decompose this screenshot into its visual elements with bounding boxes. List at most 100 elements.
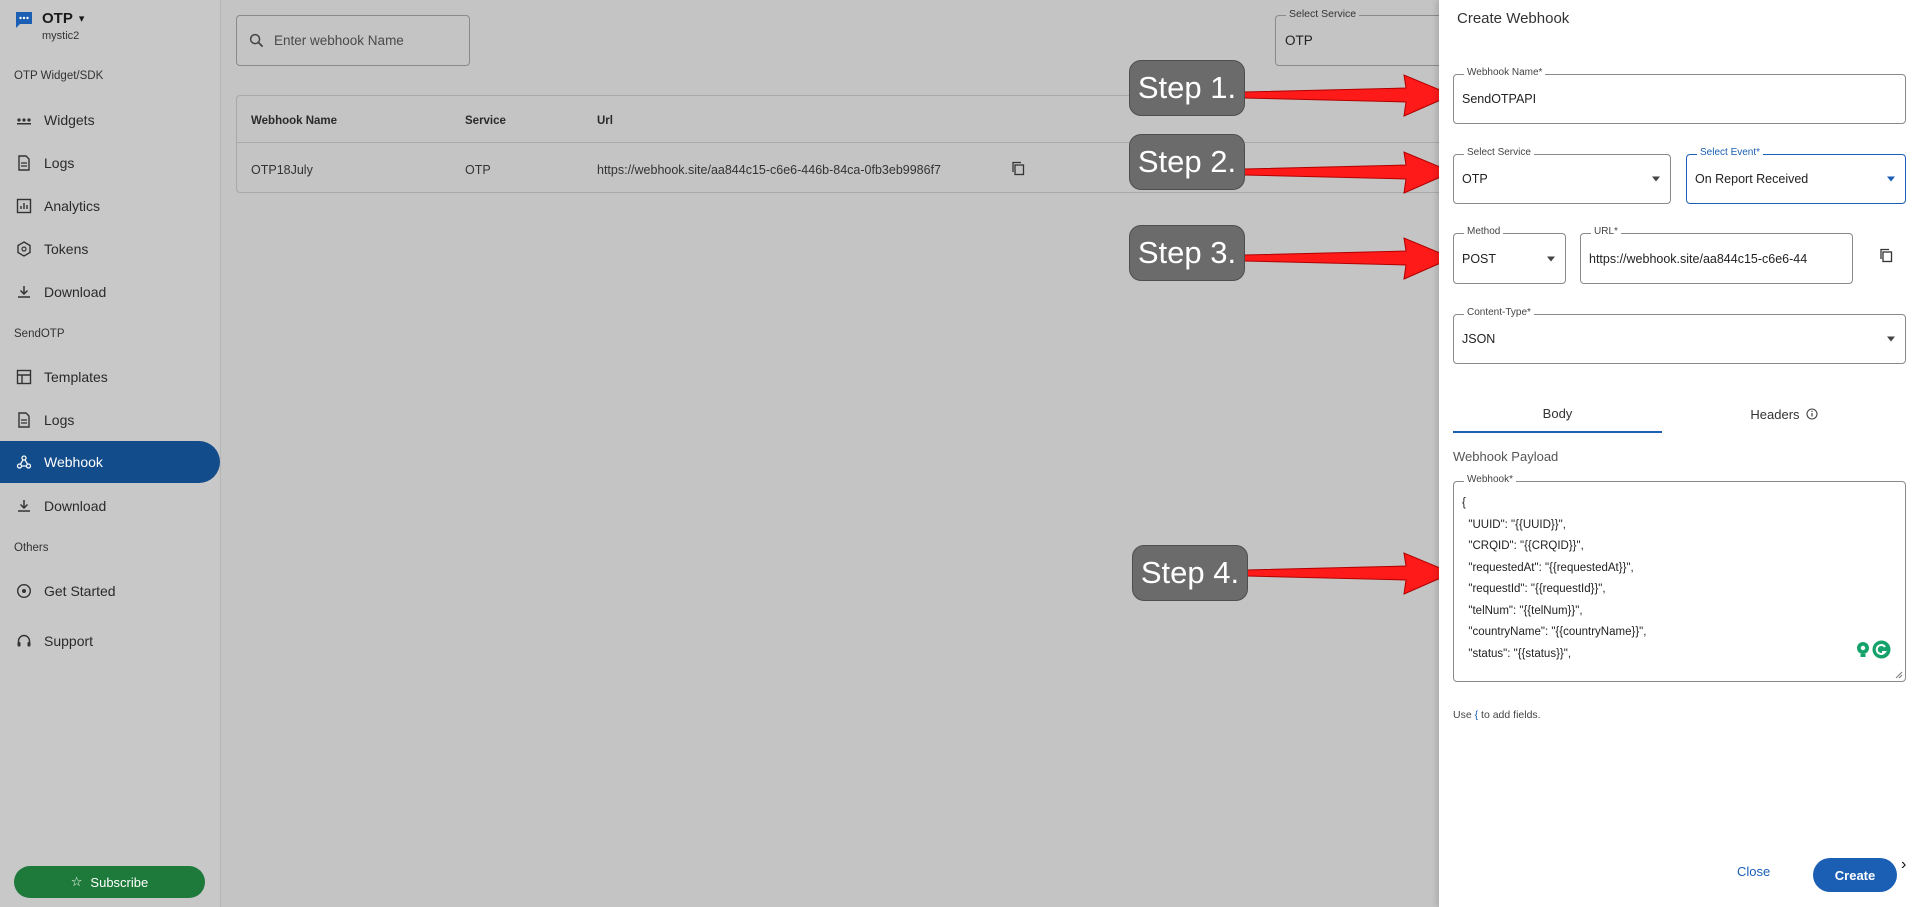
code-line: "countryName": "{{countryName}}", [1462, 626, 1647, 638]
service-label: Select Service [1464, 147, 1534, 158]
create-label: Create [1834, 867, 1876, 883]
content-type-field[interactable]: Content-Type* JSON [1453, 307, 1906, 364]
brand-subtitle: mystic2 [42, 30, 80, 42]
hint-prefix: Use [1453, 709, 1472, 721]
step-3-callout: Step 3. [1129, 225, 1245, 281]
method-select-field[interactable]: Method POST [1453, 226, 1566, 284]
column-header: Service [465, 115, 506, 127]
service-select-label: Select Service [1286, 8, 1360, 20]
download-icon [18, 286, 30, 298]
search-input[interactable] [274, 33, 454, 48]
brand-name: OTP [42, 10, 73, 27]
method-value: POST [1462, 251, 1497, 266]
tab-body[interactable]: Body [1453, 395, 1662, 433]
code-line: "requestedAt": "{{requestedAt}}", [1462, 561, 1634, 574]
sidebar-item-label: Logs [44, 412, 75, 428]
payload-title: Webhook Payload [1453, 449, 1559, 464]
service-select-field[interactable]: Select Service OTP [1453, 147, 1671, 204]
create-button[interactable]: Create [1813, 858, 1897, 892]
chat-bubble-icon [16, 12, 32, 28]
search-field[interactable] [236, 15, 470, 66]
table-cell: OTP [465, 163, 491, 177]
table-cell: OTP18July [251, 163, 313, 177]
grammarly-icon[interactable] [1872, 640, 1891, 659]
sidebar-item-label: Logs [44, 155, 75, 171]
webhook-name-label: Webhook Name* [1464, 67, 1546, 78]
resize-handle-icon[interactable] [1895, 671, 1903, 679]
chevron-down-icon[interactable]: ▾ [79, 12, 85, 25]
sidebar-item-logs[interactable]: Logs [0, 142, 220, 184]
arrow-step-3 [1243, 237, 1454, 280]
webhook-name-field[interactable]: Webhook Name* SendOTPAPI [1453, 67, 1906, 124]
sidebar-item-label: Get Started [44, 583, 116, 599]
sidebar-item-tokens[interactable]: Tokens [0, 228, 220, 270]
token-icon [17, 241, 31, 257]
star-icon: ☆ [70, 874, 83, 889]
method-label: Method [1464, 226, 1504, 237]
webhook-table: Webhook Name Service Url OTP18July OTP h… [236, 95, 1446, 193]
step-1-callout: Step 1. [1129, 60, 1245, 116]
sidebar-item-get-started[interactable]: Get Started [0, 570, 220, 612]
dropdown-arrow-icon [1547, 256, 1555, 261]
payload-code: { "UUID": "{{UUID}}", "CRQID": "{{CRQID}… [1462, 493, 1646, 665]
sidebar-item-download[interactable]: Download [0, 271, 220, 313]
section-title-sendotp: SendOTP [14, 328, 65, 340]
chevron-right-icon[interactable]: › [1901, 856, 1919, 874]
copy-icon[interactable] [1011, 161, 1025, 176]
sidebar-item-widgets[interactable]: Widgets [0, 99, 220, 141]
table-cell: https://webhook.site/aa844c15-c6e6-446b-… [597, 163, 942, 177]
sidebar-item-label: Templates [44, 369, 108, 385]
hint-suffix: to add fields. [1481, 709, 1541, 721]
sidebar-item-webhook[interactable]: Webhook [0, 441, 220, 483]
sidebar-item-label: Webhook [44, 454, 103, 470]
webhook-payload-textarea[interactable]: Webhook* { "UUID": "{{UUID}}", "CRQID": … [1453, 474, 1906, 682]
headset-icon [17, 634, 31, 647]
lightbulb-icon[interactable] [1855, 641, 1871, 659]
code-line: "requestId": "{{requestId}}", [1462, 583, 1606, 595]
search-icon [249, 33, 264, 48]
subscribe-button[interactable]: ☆ Subscribe [14, 866, 205, 898]
subscribe-label: Subscribe [90, 874, 149, 890]
code-line: { [1462, 497, 1466, 509]
webhook-icon [16, 455, 32, 469]
step-2-callout: Step 2. [1129, 134, 1245, 190]
download-icon [18, 500, 30, 512]
copy-icon[interactable] [1879, 248, 1893, 263]
sidebar-item-label: Widgets [44, 112, 95, 128]
divider [237, 142, 1445, 143]
code-line: "telNum": "{{telNum}}", [1462, 604, 1583, 617]
payload-label: Webhook* [1464, 474, 1516, 485]
tab-headers[interactable]: Headers [1662, 395, 1906, 433]
column-header: Webhook Name [251, 115, 338, 127]
service-select-value: OTP [1285, 33, 1313, 48]
dropdown-arrow-icon [1887, 336, 1895, 342]
url-field[interactable]: URL* https://webhook.site/aa844c15-c6e6-… [1580, 226, 1853, 284]
sidebar-item-analytics[interactable]: Analytics [0, 185, 220, 227]
column-header: Url [597, 115, 613, 127]
document-icon [18, 155, 30, 171]
sidebar-item-logs-sendotp[interactable]: Logs [0, 399, 220, 441]
sidebar-item-label: Tokens [44, 241, 89, 257]
code-line: "UUID": "{{UUID}}", [1462, 518, 1566, 531]
close-button[interactable]: Close [1737, 864, 1770, 879]
template-icon [16, 369, 32, 385]
hint-brace: { [1474, 709, 1479, 721]
event-select-field[interactable]: Select Event* On Report Received [1686, 147, 1906, 204]
code-line: "status": "{{status}}", [1462, 647, 1572, 660]
event-value: On Report Received [1695, 172, 1809, 186]
service-value: OTP [1462, 172, 1488, 186]
service-select[interactable]: Select Service OTP [1275, 8, 1445, 66]
sidebar-item-download-sendotp[interactable]: Download [0, 485, 220, 527]
analytics-icon [16, 198, 32, 214]
step-4-callout: Step 4. [1132, 545, 1248, 601]
document-icon [18, 412, 30, 428]
sidebar-item-templates[interactable]: Templates [0, 356, 220, 398]
sidebar-item-label: Download [44, 284, 107, 300]
widgets-icon [17, 118, 31, 125]
payload-hint: Use { to add fields. [1453, 709, 1541, 721]
sidebar-item-support[interactable]: Support [0, 620, 220, 662]
webhook-name-value: SendOTPAPI [1462, 92, 1537, 106]
content-type-value: JSON [1462, 332, 1496, 346]
brand[interactable]: OTP ▾ mystic2 [14, 10, 84, 42]
panel-title: Create Webhook [1457, 10, 1570, 27]
